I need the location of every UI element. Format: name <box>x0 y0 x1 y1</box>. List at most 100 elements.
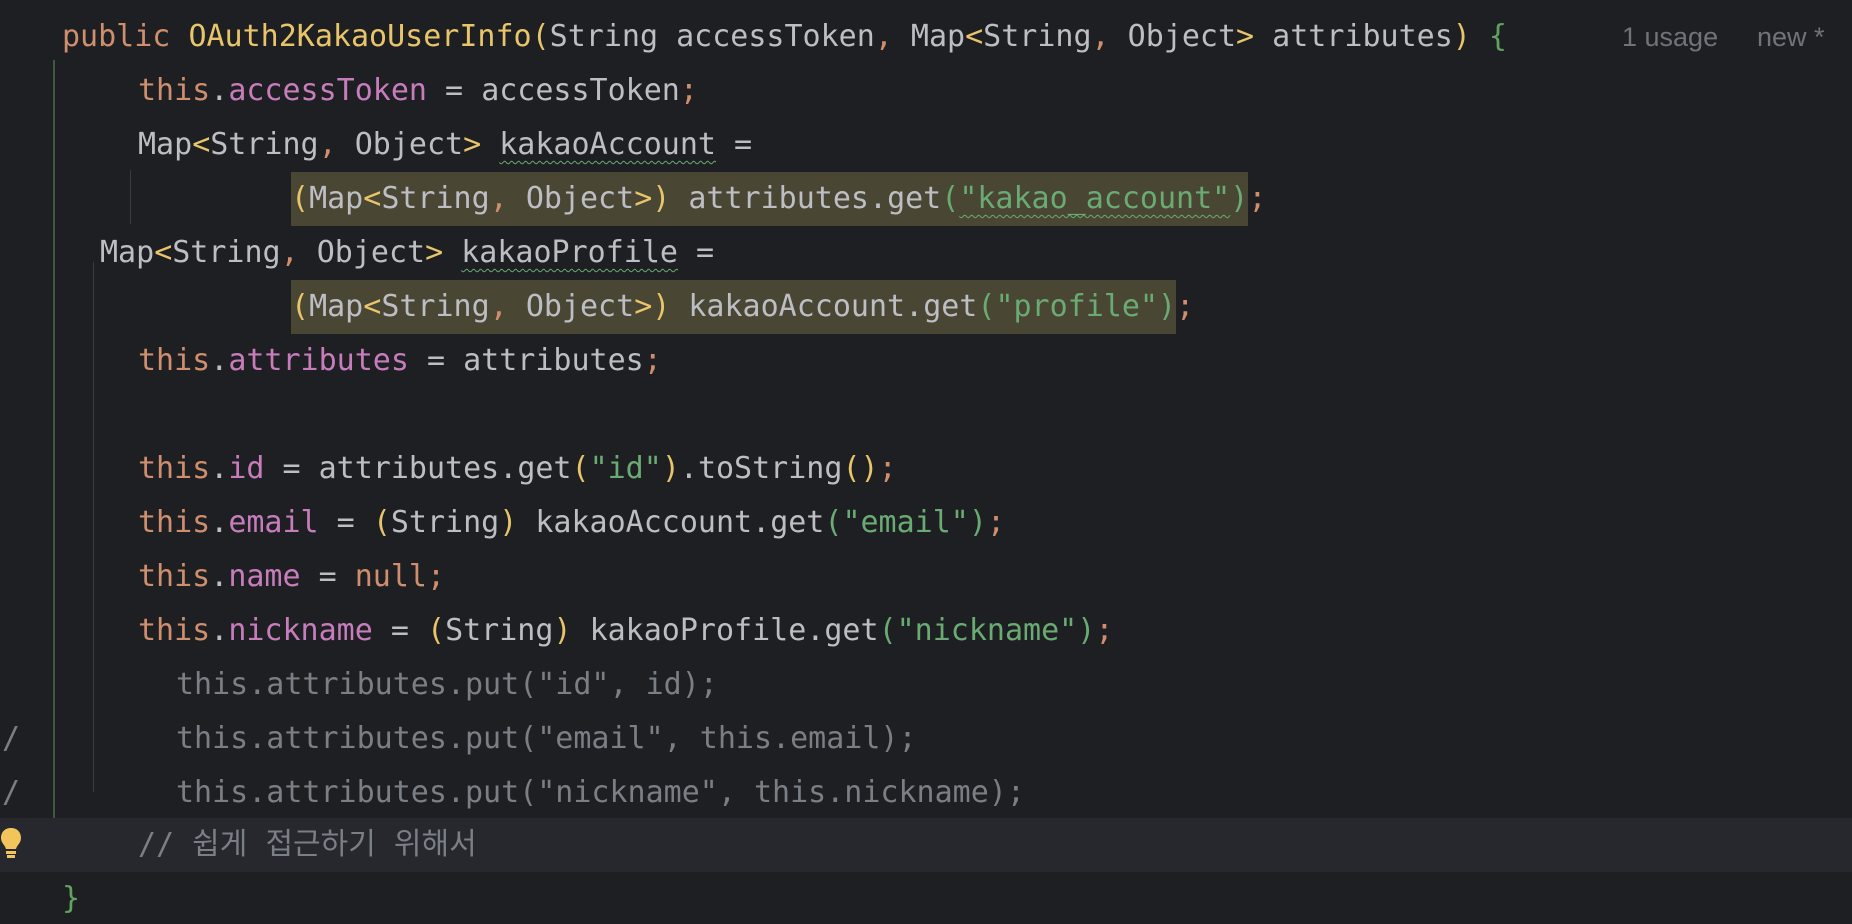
commented-code-text: this.attributes.put("nickname", this.nic… <box>176 775 1025 810</box>
semicolon-token: ; <box>1248 181 1267 216</box>
code-line[interactable]: this.email = (String) kakaoAccount.get("… <box>0 496 1852 550</box>
code-text: this.name = null; <box>138 550 445 604</box>
field-token: accessToken <box>228 73 427 108</box>
code-text: this.attributes = attributes; <box>138 334 662 388</box>
current-code-line[interactable]: // 쉽게 접근하기 위해서 <box>0 818 1852 872</box>
type-token: Object <box>525 181 635 216</box>
paren-token: ) <box>1158 289 1177 324</box>
type-token: Map <box>100 235 155 270</box>
param-token: accessToken <box>481 73 680 108</box>
semicolon-token: ; <box>986 505 1005 540</box>
dot-token: . <box>210 73 229 108</box>
commented-code-text: this.attributes.put("email", this.email)… <box>176 721 917 756</box>
type-token: String <box>172 235 281 270</box>
paren-token: ) <box>553 613 572 648</box>
code-text: (Map<String, Object>) attributes.get("ka… <box>291 172 1266 226</box>
author-inlay-hint[interactable]: new * <box>1757 10 1825 64</box>
closing-brace: } <box>62 881 81 916</box>
code-line[interactable]: (Map<String, Object>) kakaoAccount.get("… <box>0 280 1852 334</box>
type-token: String <box>210 127 319 162</box>
paren-token: ( <box>571 451 590 486</box>
code-line[interactable]: this.nickname = (String) kakaoProfile.ge… <box>0 604 1852 658</box>
code-text: Map<String, Object> kakaoAccount = <box>138 118 752 172</box>
code-line[interactable]: Map<String, Object> kakaoProfile = <box>0 226 1852 280</box>
dot-token: . <box>679 451 698 486</box>
code-line[interactable]: } <box>0 872 1852 924</box>
code-text: this.accessToken = accessToken; <box>138 64 698 118</box>
semicolon-token: ; <box>427 559 446 594</box>
paren-token: () <box>842 451 879 486</box>
constructor-name[interactable]: OAuth2KakaoUserInfo <box>188 19 531 54</box>
assign-token: = <box>427 73 482 108</box>
method-token: get <box>517 451 572 486</box>
string-token: "id" <box>589 451 662 486</box>
paren-token: ( <box>941 181 960 216</box>
this-token: this <box>138 343 211 378</box>
brace-token: { <box>1488 19 1507 54</box>
code-line[interactable]: Map<String, Object> kakaoAccount = <box>0 118 1852 172</box>
paren-token: ) <box>652 181 671 216</box>
comma-token: , <box>489 181 508 216</box>
usages-inlay-hint[interactable]: 1 usage <box>1622 10 1718 64</box>
assign-token: = <box>264 451 319 486</box>
field-token: attributes <box>228 343 409 378</box>
code-line[interactable]: (Map<String, Object>) attributes.get("ka… <box>0 172 1852 226</box>
angle-token: > <box>634 181 653 216</box>
comment-text: // 쉽게 접근하기 위해서 <box>138 827 477 862</box>
paren-token: ) <box>968 505 987 540</box>
code-line-empty[interactable] <box>0 388 1852 442</box>
dot-token: . <box>869 181 888 216</box>
dot-token: . <box>499 451 518 486</box>
method-token: get <box>887 181 942 216</box>
type-token: Object <box>1127 19 1237 54</box>
paren-token: ) <box>661 451 680 486</box>
dot-token: . <box>210 559 229 594</box>
code-text: Map<String, Object> kakaoProfile = <box>100 226 714 280</box>
field-token: nickname <box>228 613 373 648</box>
commented-code-text: this.attributes.put("id", id); <box>176 667 718 702</box>
keyword-token: public <box>62 19 171 54</box>
field-token: id <box>228 451 265 486</box>
this-token: this <box>138 505 211 540</box>
type-token: Object <box>525 289 635 324</box>
code-text: (Map<String, Object>) kakaoAccount.get("… <box>291 280 1194 334</box>
lightbulb-icon[interactable] <box>0 826 22 860</box>
angle-token: > <box>634 289 653 324</box>
variable-token: kakaoAccount <box>688 289 906 324</box>
commented-code-line[interactable]: / this.attributes.put("email", this.emai… <box>0 712 1852 810</box>
semicolon-token: ; <box>878 451 897 486</box>
comma-token: , <box>874 19 893 54</box>
angle-token: < <box>192 127 211 162</box>
assign-token: = <box>716 127 753 162</box>
comma-token: , <box>318 127 337 162</box>
comma-token: , <box>489 289 508 324</box>
assign-token: = <box>408 343 464 378</box>
code-line[interactable]: this.name = null; <box>0 550 1852 604</box>
commented-code-line[interactable]: / this.attributes.put("nickname", this.n… <box>0 766 1852 864</box>
param-token: attributes <box>1272 19 1453 54</box>
dot-token: . <box>210 451 229 486</box>
semicolon-token: ; <box>679 73 698 108</box>
angle-token: > <box>1236 19 1255 54</box>
code-line[interactable]: this.attributes = attributes; <box>0 334 1852 388</box>
null-token: null <box>354 559 427 594</box>
paren-token: ( <box>291 181 310 216</box>
paren-token: ( <box>531 19 550 54</box>
semicolon-token: ; <box>643 343 662 378</box>
code-text: this.nickname = (String) kakaoProfile.ge… <box>138 604 1113 658</box>
angle-token: < <box>363 289 382 324</box>
paren-token: ( <box>372 505 391 540</box>
paren-token: ) <box>1230 181 1249 216</box>
field-token: email <box>228 505 319 540</box>
code-text: this.id = attributes.get("id").toString(… <box>138 442 897 496</box>
code-editor[interactable]: public OAuth2KakaoUserInfo(String access… <box>0 0 1852 924</box>
code-line[interactable]: public OAuth2KakaoUserInfo(String access… <box>0 10 1852 64</box>
this-token: this <box>138 559 211 594</box>
code-line[interactable]: this.accessToken = accessToken; <box>0 64 1852 118</box>
code-line[interactable]: this.id = attributes.get("id").toString(… <box>0 442 1852 496</box>
cast-highlight: (Map<String, Object>) kakaoAccount.get("… <box>291 280 1177 334</box>
variable-token: attributes <box>463 343 644 378</box>
variable-token: attributes <box>688 181 869 216</box>
commented-code-line[interactable]: / this.attributes.put("id", id); <box>0 658 1852 756</box>
variable-token: attributes <box>318 451 500 486</box>
